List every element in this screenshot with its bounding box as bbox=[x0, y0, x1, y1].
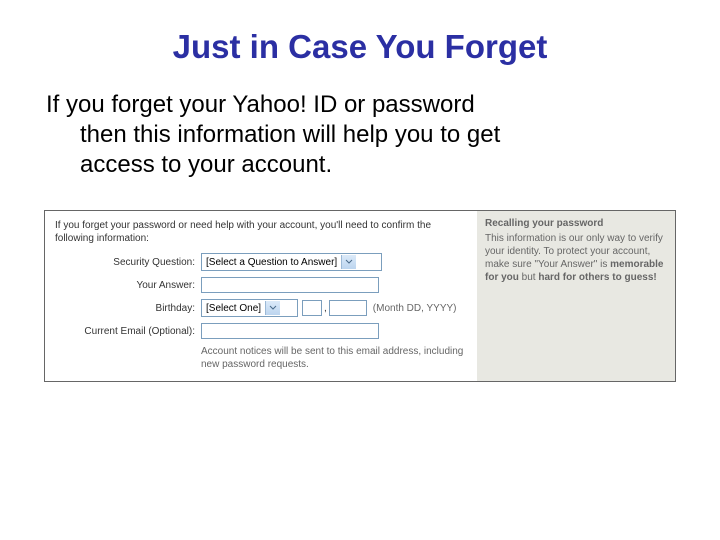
security-question-select[interactable]: [Select a Question to Answer] bbox=[201, 253, 382, 271]
label-security-question: Security Question: bbox=[55, 257, 201, 268]
form-main-column: If you forget your password or need help… bbox=[45, 211, 477, 381]
label-birthday: Birthday: bbox=[55, 303, 201, 314]
chevron-down-icon bbox=[265, 301, 280, 315]
your-answer-input[interactable] bbox=[201, 277, 379, 293]
slide-body: If you forget your Yahoo! ID or password… bbox=[44, 90, 676, 180]
row-security-question: Security Question: [Select a Question to… bbox=[55, 253, 467, 271]
security-question-selected: [Select a Question to Answer] bbox=[206, 257, 337, 268]
birthday-format-hint: (Month DD, YYYY) bbox=[373, 303, 457, 314]
form-instruction: If you forget your password or need help… bbox=[55, 219, 467, 245]
email-note: Account notices will be sent to this ema… bbox=[201, 345, 467, 371]
aside-text-2: but bbox=[519, 272, 538, 283]
slide-title: Just in Case You Forget bbox=[44, 28, 676, 66]
label-your-answer: Your Answer: bbox=[55, 280, 201, 291]
account-recovery-form: If you forget your password or need help… bbox=[44, 210, 676, 382]
form-aside: Recalling your password This information… bbox=[477, 211, 675, 381]
body-line-3: access to your account. bbox=[80, 150, 676, 180]
body-line-1: If you forget your Yahoo! ID or password bbox=[46, 91, 475, 118]
row-your-answer: Your Answer: bbox=[55, 277, 467, 293]
comma-separator: , bbox=[322, 303, 329, 314]
row-birthday: Birthday: [Select One] , (Month DD, YYYY… bbox=[55, 299, 467, 317]
birthday-month-select[interactable]: [Select One] bbox=[201, 299, 298, 317]
aside-bold-2: hard for others to guess! bbox=[538, 272, 656, 283]
aside-title: Recalling your password bbox=[485, 217, 667, 230]
current-email-input[interactable] bbox=[201, 323, 379, 339]
birthday-month-selected: [Select One] bbox=[206, 303, 261, 314]
chevron-down-icon bbox=[341, 255, 356, 269]
body-line-2: then this information will help you to g… bbox=[80, 120, 676, 150]
birthday-year-input[interactable] bbox=[329, 300, 367, 316]
birthday-day-input[interactable] bbox=[302, 300, 322, 316]
row-current-email: Current Email (Optional): bbox=[55, 323, 467, 339]
label-current-email: Current Email (Optional): bbox=[55, 326, 201, 337]
